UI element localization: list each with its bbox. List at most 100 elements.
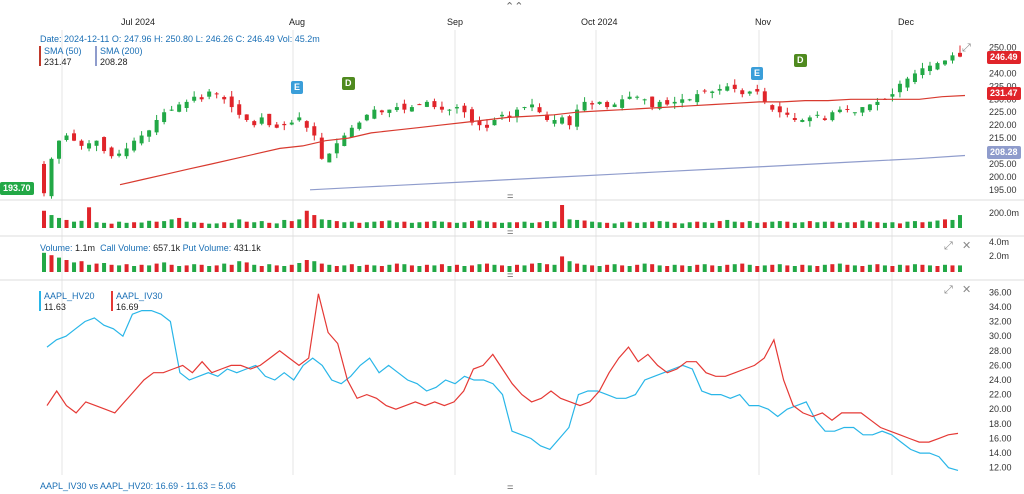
options-volume-bar — [87, 264, 92, 272]
pane-resize-handle[interactable]: = — [507, 271, 513, 282]
options-volume-bar — [635, 264, 640, 272]
options-volume-bar — [297, 263, 302, 272]
options-volume-bar — [42, 252, 46, 272]
options-volume-bar — [162, 262, 167, 272]
options-volume-bar — [890, 266, 895, 272]
volume-bar — [725, 219, 730, 228]
candle-body — [469, 109, 474, 123]
volume-bar — [57, 217, 62, 228]
candle-body — [612, 104, 617, 107]
volatility-axis-tick: 30.00 — [989, 331, 1012, 341]
candle-body — [807, 117, 812, 122]
options-volume-bar — [109, 264, 114, 272]
candle-body — [327, 153, 332, 163]
candle-body — [432, 101, 437, 108]
candle-body — [177, 104, 182, 112]
price-axis-tick: 240.00 — [989, 68, 1017, 78]
dividend-marker[interactable]: D — [342, 77, 355, 90]
candle-body — [942, 60, 947, 65]
candle-body — [192, 96, 197, 101]
call-volume-label: Call Volume: — [100, 243, 151, 253]
volume-bar — [537, 222, 542, 228]
volume-bar — [229, 222, 234, 228]
volume-bar — [319, 219, 324, 228]
options-volume-bar — [875, 264, 880, 272]
candle-body — [477, 121, 482, 126]
pane-resize-handle[interactable]: = — [507, 192, 513, 203]
earnings-marker[interactable]: E — [751, 67, 764, 80]
close-label: C: — [235, 34, 245, 44]
candle-body — [905, 78, 910, 88]
month-label: Dec — [898, 17, 915, 27]
candle-body — [57, 140, 62, 159]
candle-body — [79, 140, 84, 146]
candle-body — [605, 102, 610, 108]
options-volume-bar — [267, 264, 272, 272]
options-volume-bar — [94, 263, 99, 272]
candle-body — [282, 123, 287, 126]
close-icon[interactable]: ✕ — [962, 241, 971, 252]
dividend-marker[interactable]: D — [794, 54, 807, 67]
options-volume-bar — [605, 264, 610, 272]
candle-body — [147, 130, 152, 137]
options-volume-bar — [672, 264, 677, 272]
volume-bar — [297, 219, 302, 228]
candle-body — [762, 91, 767, 102]
pane-resize-handle[interactable]: = — [507, 483, 513, 494]
candle-body — [387, 109, 392, 113]
volume-bar — [792, 222, 797, 228]
expand-icon[interactable]: ⤢ — [944, 285, 953, 296]
options-volume-bar — [492, 264, 497, 272]
volume-bar — [304, 210, 309, 228]
candle-body — [154, 120, 159, 133]
candle-body — [920, 68, 925, 76]
earnings-marker[interactable]: E — [291, 81, 304, 94]
options-volume-bar — [792, 266, 797, 272]
volume-bar — [42, 210, 46, 228]
volume-bar — [102, 222, 107, 228]
put-volume-value: 431.1k — [233, 243, 261, 253]
volume-bar — [327, 219, 332, 228]
volume-bar — [837, 222, 842, 228]
collapse-top-handle[interactable]: ⌃⌃ — [505, 2, 523, 13]
candle-body — [912, 73, 917, 83]
volume-bar — [439, 221, 444, 228]
candle-body — [552, 120, 557, 124]
candle-body — [222, 96, 227, 100]
expand-icon[interactable]: ⤢ — [944, 241, 953, 252]
volatility-axis-tick: 34.00 — [989, 302, 1012, 312]
candle-body — [402, 103, 407, 110]
volume-bar — [79, 220, 84, 228]
volume-bar — [192, 222, 197, 228]
volume-bar — [94, 222, 99, 228]
high-label: H: — [154, 34, 163, 44]
candle-body — [845, 108, 850, 110]
volume-bar — [807, 221, 812, 228]
candle-body — [364, 114, 369, 121]
volume-bar — [379, 221, 384, 228]
hv20-legend-name: AAPL_HV20 — [44, 291, 95, 301]
options-volume-bar — [289, 264, 294, 272]
options-volume-bar — [274, 265, 279, 272]
volume-bar — [132, 222, 137, 228]
volume-bar — [500, 222, 504, 228]
options-volume-bar — [560, 256, 565, 272]
candle-body — [800, 120, 805, 122]
candle-body — [875, 101, 880, 106]
options-volume-bar — [815, 266, 820, 272]
volume-bar — [665, 221, 670, 228]
volume-bar — [552, 221, 557, 228]
candle-body — [702, 90, 707, 92]
expand-icon[interactable]: ⤢ — [962, 43, 971, 54]
options-volume-bar — [620, 265, 625, 272]
close-icon[interactable]: ✕ — [962, 285, 971, 296]
options-volume-bar — [830, 264, 835, 272]
volume-bar — [950, 219, 955, 228]
options-volume-bar — [687, 266, 692, 272]
volume-bar — [560, 205, 565, 228]
volume-bar — [162, 221, 167, 228]
volume-bar — [147, 220, 152, 228]
pane-resize-handle[interactable]: = — [507, 228, 513, 239]
volume-bar — [154, 221, 159, 228]
options-volume-bar — [935, 266, 940, 272]
